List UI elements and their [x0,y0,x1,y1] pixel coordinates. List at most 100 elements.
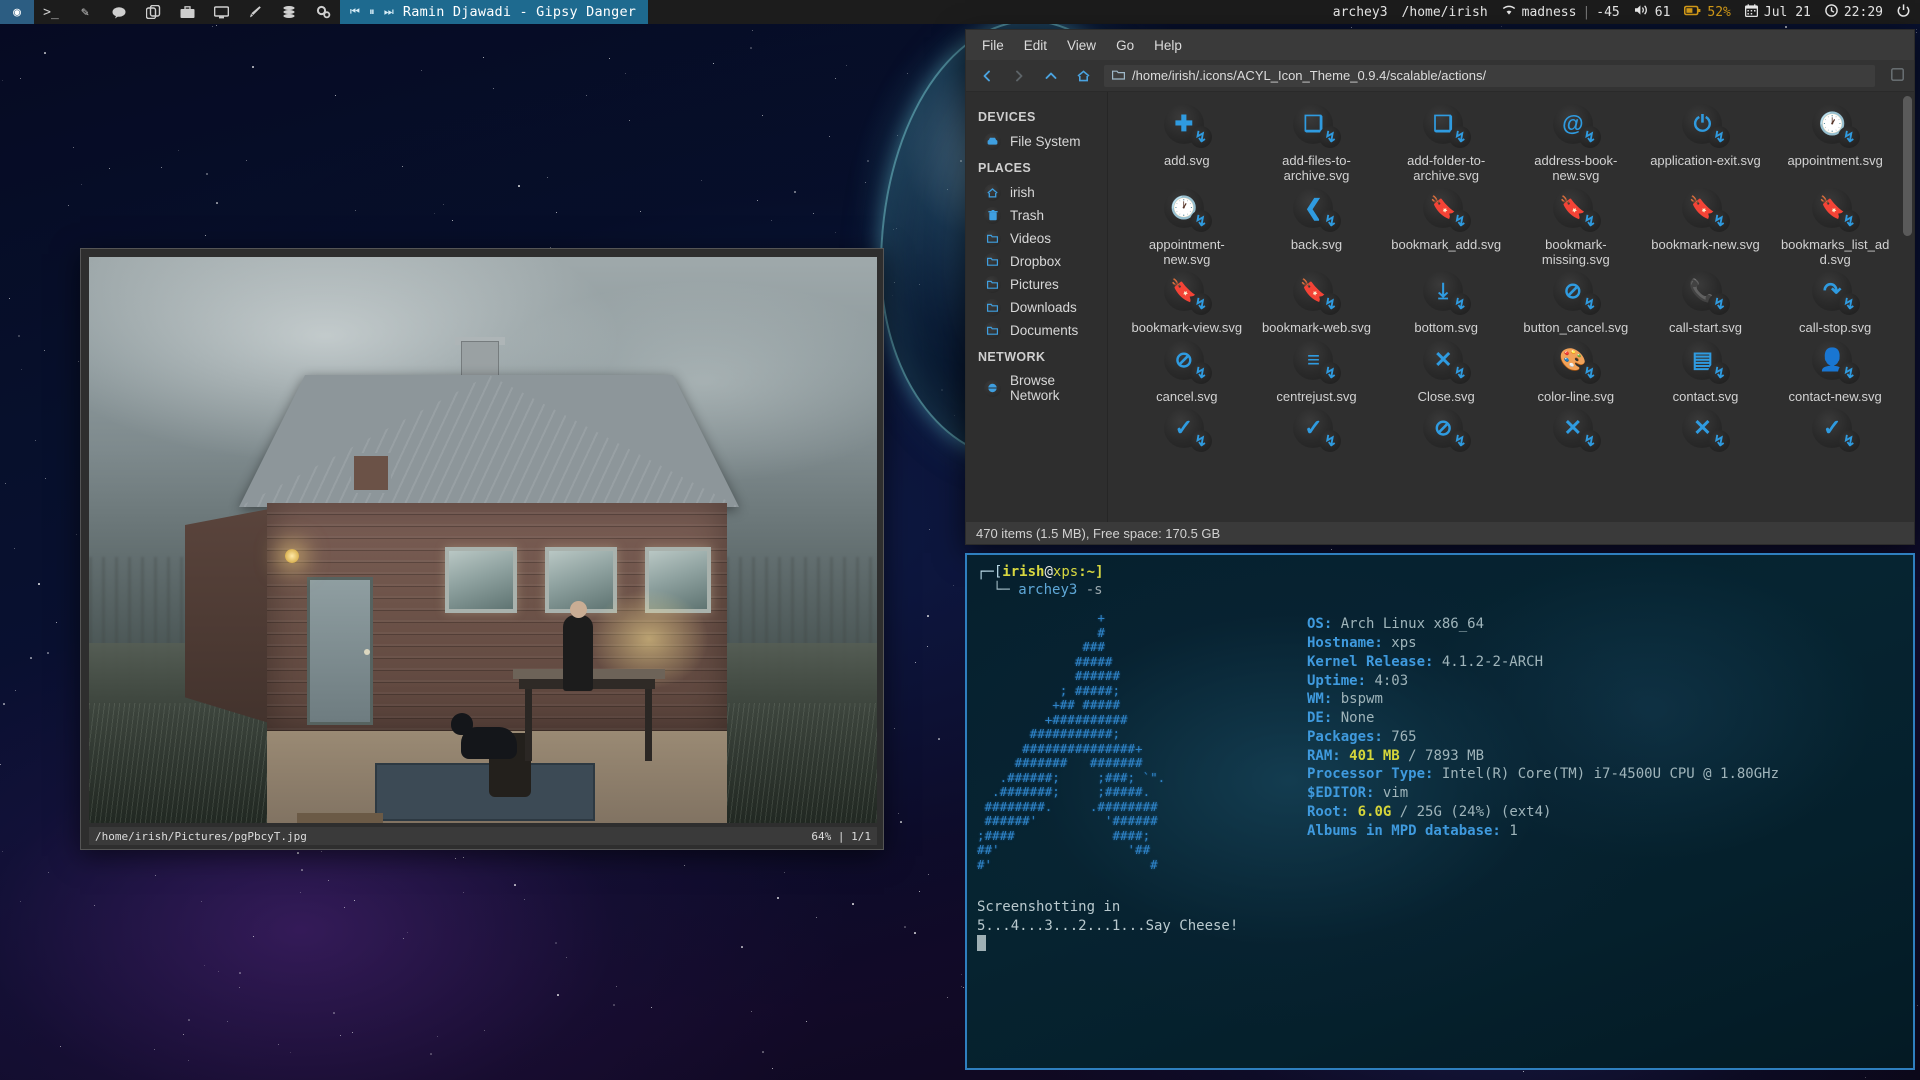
screenshot-notice-line2: 5...4...3...2...1...Say Cheese! [977,917,1903,935]
sidebar-item-file-system[interactable]: File System [966,130,1107,153]
file-label: add-folder-to-archive.svg [1390,153,1502,184]
svg-badge-icon: ↯ [1319,210,1341,232]
date-status[interactable]: Jul 21 [1745,4,1811,21]
file-item[interactable]: ✓↯ [1770,408,1900,457]
path-entry[interactable]: /home/irish/.icons/ACYL_Icon_Theme_0.9.4… [1104,65,1875,87]
media-next-icon[interactable]: ⏭ [384,5,394,19]
file-item[interactable]: ⤓↯bottom.svg [1381,271,1511,335]
system-info-key: $EDITOR: [1307,785,1374,801]
monitor-icon[interactable] [204,0,238,24]
file-item[interactable]: 📞↯call-start.svg [1641,271,1771,335]
file-item[interactable]: ❑↯add-folder-to-archive.svg [1381,104,1511,184]
folder-icon [984,253,1001,270]
window-icon[interactable] [1891,68,1904,84]
file-area-scrollbar[interactable] [1903,96,1912,236]
file-item[interactable]: ⊘↯cancel.svg [1122,340,1252,404]
prompt-host: xps [1053,564,1078,580]
svg-badge-icon: ↯ [1449,126,1471,148]
file-manager-window[interactable]: File Edit View Go Help /home/irish/.icon… [965,29,1915,545]
briefcase-icon[interactable] [170,0,204,24]
copy-icon[interactable] [136,0,170,24]
media-pause-icon[interactable]: ⏸ [369,5,375,19]
file-item[interactable]: 🔖↯bookmarks_list_add.svg [1770,188,1900,268]
file-item[interactable]: 🔖↯bookmark_add.svg [1381,188,1511,268]
file-item[interactable]: ↷↯call-stop.svg [1770,271,1900,335]
terminal-icon[interactable]: >_ [34,0,68,24]
image-viewer-window[interactable]: /home/irish/Pictures/pgPbcyT.jpg 64% | 1… [80,248,884,850]
calendar-icon [1745,4,1758,21]
file-item[interactable]: ▤↯contact.svg [1641,340,1771,404]
file-item[interactable]: ✕↯ [1641,408,1771,457]
sidebar-item-videos[interactable]: Videos [966,227,1107,250]
back-arrow-icon[interactable] [976,65,998,87]
terminal-window[interactable]: ┌─[irish@xps:~] └─ archey3 -s + # ### ##… [965,553,1915,1070]
workspace-globe-icon[interactable]: ◉ [0,0,34,24]
path-text: /home/irish/.icons/ACYL_Icon_Theme_0.9.4… [1132,68,1486,83]
file-item[interactable]: ✚↯add.svg [1122,104,1252,184]
sidebar-label: irish [1010,185,1035,200]
drive-icon [984,133,1001,150]
file-item[interactable]: ⊘↯button_cancel.svg [1511,271,1641,335]
svg-badge-icon: ↯ [1190,430,1212,452]
media-prev-icon[interactable]: ⏮ [350,5,360,19]
file-item[interactable]: ⏻↯application-exit.svg [1641,104,1771,184]
sidebar-item-browse-network[interactable]: Browse Network [966,370,1107,406]
trash-icon [984,207,1001,224]
file-item[interactable]: 🕐↯appointment.svg [1770,104,1900,184]
volume-status[interactable]: 61 [1634,4,1671,20]
file-item[interactable]: ✓↯ [1122,408,1252,457]
file-item[interactable]: 🔖↯bookmark-missing.svg [1511,188,1641,268]
menu-edit[interactable]: Edit [1024,38,1047,53]
battery-status[interactable]: 52% [1684,5,1730,20]
home-icon[interactable] [1072,65,1094,87]
file-item[interactable]: ❮↯back.svg [1252,188,1382,268]
database-icon[interactable] [272,0,306,24]
forward-arrow-icon[interactable] [1008,65,1030,87]
sidebar-item-trash[interactable]: Trash [966,204,1107,227]
file-item[interactable]: ✕↯ [1511,408,1641,457]
file-manager-file-area[interactable]: ✚↯add.svg❑↯add-files-to-archive.svg❑↯add… [1108,92,1914,522]
svg-badge-icon: ↯ [1449,210,1471,232]
pencil-icon[interactable]: ✎ [68,0,102,24]
up-arrow-icon[interactable] [1040,65,1062,87]
arch-logo-ascii-art: + # ### ##### ###### ; #####; +## ##### … [977,611,1307,872]
file-item[interactable]: ✓↯ [1252,408,1382,457]
file-item[interactable]: 🔖↯bookmark-view.svg [1122,271,1252,335]
brush-icon[interactable] [238,0,272,24]
active-window-path: /home/irish [1402,5,1488,20]
file-item[interactable]: 🔖↯bookmark-web.svg [1252,271,1382,335]
file-item[interactable]: ≡↯centrejust.svg [1252,340,1382,404]
file-item[interactable]: ⊘↯ [1381,408,1511,457]
file-item[interactable]: ❑↯add-files-to-archive.svg [1252,104,1382,184]
settings-gears-icon[interactable] [306,0,340,24]
file-label: application-exit.svg [1650,153,1761,168]
file-item[interactable]: 👤↯contact-new.svg [1770,340,1900,404]
menu-file[interactable]: File [982,38,1004,53]
network-status[interactable]: madness | -45 [1502,5,1620,20]
sidebar-label: Trash [1010,208,1044,223]
sidebar-item-dropbox[interactable]: Dropbox [966,250,1107,273]
file-label: color-line.svg [1538,389,1615,404]
menu-view[interactable]: View [1067,38,1096,53]
file-item[interactable]: @↯address-book-new.svg [1511,104,1641,184]
file-item[interactable]: ✕↯Close.svg [1381,340,1511,404]
file-item[interactable]: 🔖↯bookmark-new.svg [1641,188,1771,268]
file-item[interactable]: 🕐↯appointment-new.svg [1122,188,1252,268]
menu-go[interactable]: Go [1116,38,1134,53]
sidebar-item-pictures[interactable]: Pictures [966,273,1107,296]
sidebar-item-irish[interactable]: irish [966,181,1107,204]
file-item[interactable]: 🎨↯color-line.svg [1511,340,1641,404]
system-info-value: xps [1391,635,1416,651]
svg-badge-icon: ↯ [1708,362,1730,384]
power-icon[interactable] [1897,4,1910,21]
sidebar-item-downloads[interactable]: Downloads [966,296,1107,319]
chat-icon[interactable] [102,0,136,24]
file-icon: 🔖↯ [1808,188,1862,234]
clock-status[interactable]: 22:29 [1825,4,1883,21]
menu-help[interactable]: Help [1154,38,1182,53]
file-icon: 🔖↯ [1549,188,1603,234]
file-icon: ❑↯ [1419,104,1473,150]
now-playing-widget[interactable]: ⏮ ⏸ ⏭ Ramin Djawadi - Gipsy Danger [340,0,648,24]
image-person-head [570,601,587,618]
sidebar-item-documents[interactable]: Documents [966,319,1107,342]
